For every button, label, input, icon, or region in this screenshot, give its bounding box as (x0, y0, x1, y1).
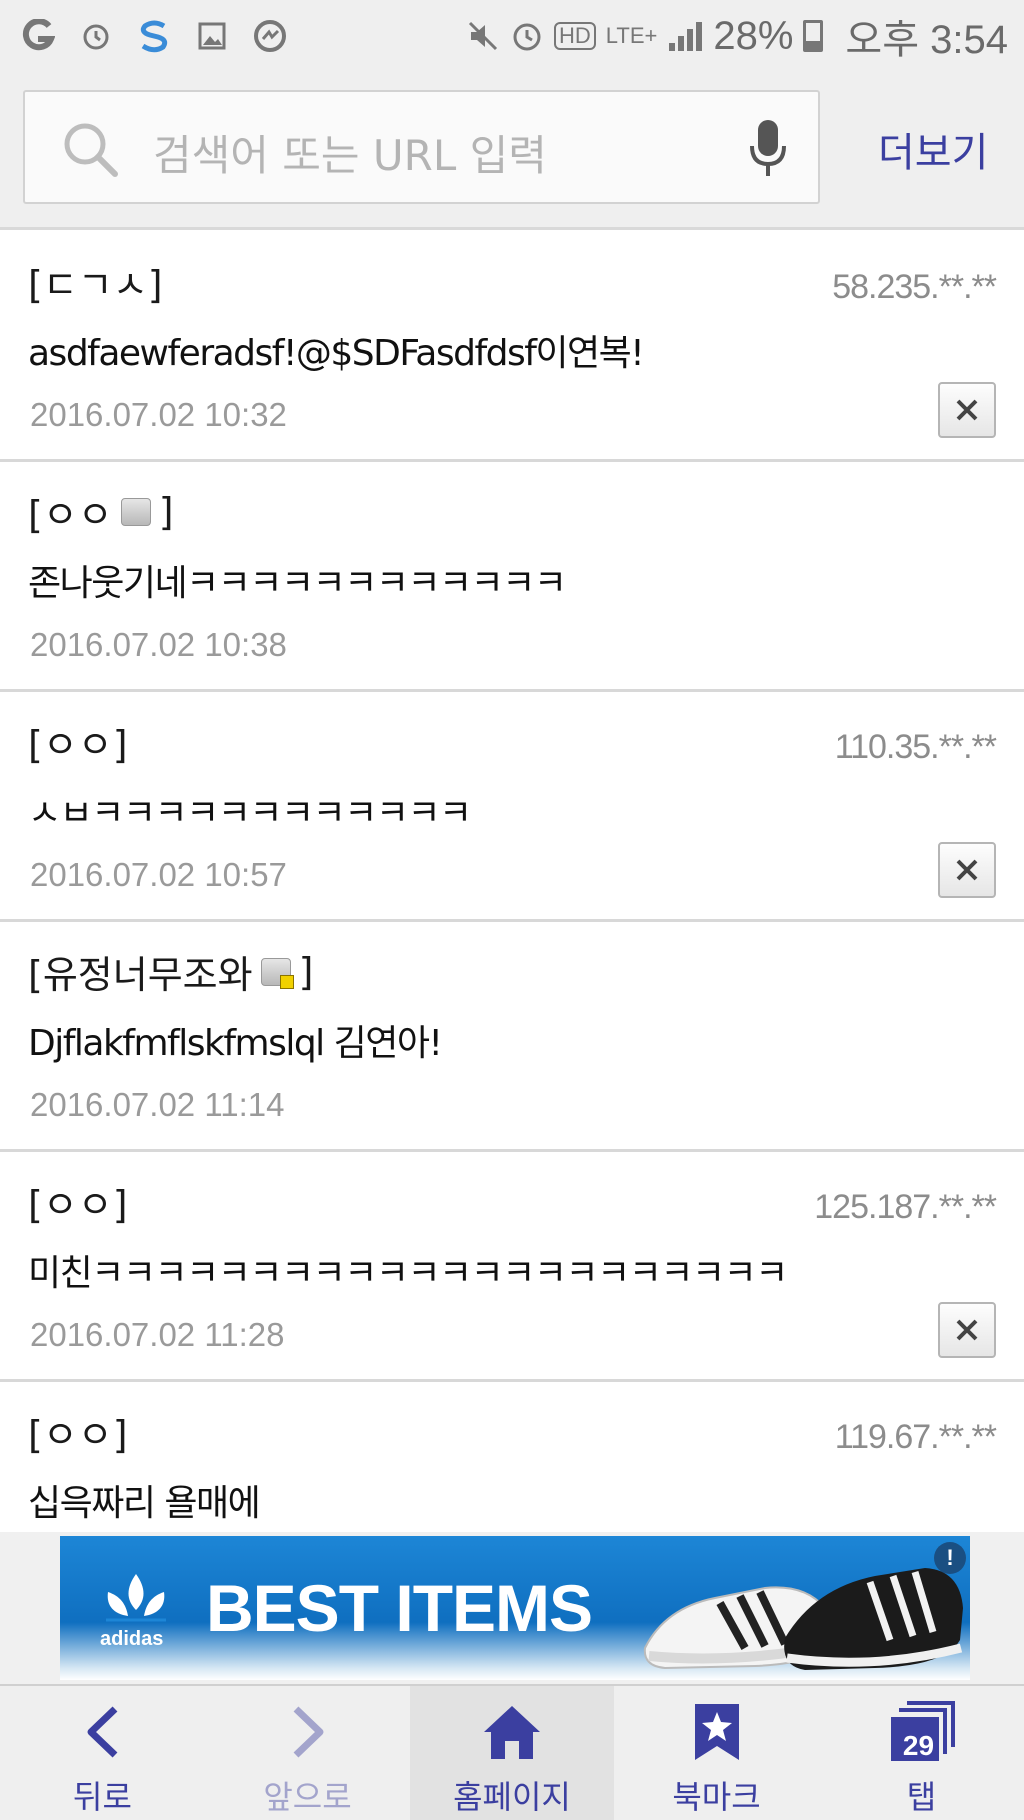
comment-author: [ㄷㄱㅅ] (28, 254, 163, 309)
nav-home[interactable]: 홈페이지 (410, 1686, 614, 1820)
system-status: HD LTE+ 28% 오후 3:54 (466, 8, 1008, 64)
forward-arrow-icon (293, 1706, 323, 1758)
comment-list: [ㄷㄱㅅ] 58.235.**.** asdfaewferadsf!@$SDFa… (0, 232, 1024, 1612)
author-name: [ㅇㅇ] (28, 1183, 128, 1227)
nav-bookmarks-label: 북마크 (672, 1778, 761, 1816)
comment-author: [ㅇㅇ] (28, 1404, 128, 1459)
gallery-icon (192, 16, 232, 56)
s-app-icon (134, 16, 174, 56)
url-search-input[interactable]: 검색어 또는 URL 입력 (23, 90, 820, 204)
comment-ip: 110.35.**.** (834, 728, 997, 766)
comment-author: [ㅇㅇ] (28, 714, 128, 769)
comment-author: [ㅇㅇ] (28, 1174, 128, 1229)
home-icon (484, 1706, 540, 1759)
ad-info-icon[interactable]: ! (934, 1542, 966, 1574)
comment-row: [유정너무조와 ] Djflakfmflskfmslql 김연아! 2016.0… (0, 922, 1024, 1152)
comment-author: [유정너무조와 ] (28, 944, 313, 999)
comment-text: 미친ㅋㅋㅋㅋㅋㅋㅋㅋㅋㅋㅋㅋㅋㅋㅋㅋㅋㅋㅋㅋㅋㅋ (28, 1253, 788, 1294)
comment-date: 2016.07.02 11:28 (30, 1316, 285, 1353)
close-icon (956, 399, 978, 421)
comment-date: 2016.07.02 10:38 (30, 626, 287, 663)
nav-bookmarks[interactable]: 북마크 (614, 1686, 819, 1820)
tab-count: 29 (902, 1730, 935, 1761)
lte-icon: LTE+ (605, 23, 658, 48)
comment-date: 2016.07.02 11:14 (30, 1086, 285, 1123)
author-name: [ㅇㅇ] (28, 723, 128, 767)
nav-tabs-label: 탭 (906, 1778, 937, 1816)
signal-icon (669, 22, 703, 51)
g-app-icon (18, 16, 58, 56)
comment-ip: 125.187.**.** (814, 1188, 997, 1226)
more-button[interactable]: 더보기 (878, 120, 988, 178)
hd-voice-icon: HD (554, 22, 596, 50)
author-name: [ㅇㅇ (28, 493, 113, 537)
microphone-icon[interactable] (748, 118, 788, 180)
comment-row: [ㄷㄱㅅ] 58.235.**.** asdfaewferadsf!@$SDFa… (0, 232, 1024, 462)
alarm-icon (513, 23, 541, 51)
comment-date: 2016.07.02 10:32 (30, 396, 287, 433)
status-bar: HD LTE+ 28% 오후 3:54 (0, 0, 1024, 72)
comment-text: ㅅㅂㅋㅋㅋㅋㅋㅋㅋㅋㅋㅋㅋㅋ (28, 793, 472, 834)
notification-icons (18, 14, 290, 58)
comment-row: [ㅇㅇ ] 존나웃기네ㅋㅋㅋㅋㅋㅋㅋㅋㅋㅋㅋㅋ 2016.07.02 10:38 (0, 462, 1024, 692)
comment-text: asdfaewferadsf!@$SDFasdfdsf이연복! (28, 333, 645, 374)
delete-comment-button[interactable] (938, 842, 996, 898)
battery-percent: 28% (713, 13, 794, 58)
author-bracket: ] (158, 489, 174, 534)
comment-text: 십윽짜리 욜매에 (28, 1483, 261, 1524)
comment-text: 존나웃기네ㅋㅋㅋㅋㅋㅋㅋㅋㅋㅋㅋㅋ (28, 563, 567, 604)
comment-author: [ㅇㅇ ] (28, 484, 174, 539)
alarm-icon (76, 16, 116, 56)
author-name: [유정너무조와 (28, 953, 253, 997)
sneakers-image (643, 1568, 963, 1670)
ad-title: BEST ITEMS (206, 1571, 593, 1645)
nav-forward-label: 앞으로 (263, 1778, 352, 1816)
messenger-icon (250, 16, 290, 56)
ad-banner[interactable]: adidas BEST ITEMS ! (60, 1536, 970, 1680)
comment-ip: 58.235.**.** (832, 268, 997, 306)
bookmark-star-icon (694, 1704, 739, 1760)
bottom-navigation: 뒤로 앞으로 홈페이지 북마크 29 탭 (0, 1684, 1024, 1820)
search-icon (64, 123, 118, 177)
comment-date: 2016.07.02 10:57 (30, 856, 287, 893)
comment-ip: 119.67.**.** (834, 1418, 997, 1456)
comment-row: [ㅇㅇ] 125.187.**.** 미친ㅋㅋㅋㅋㅋㅋㅋㅋㅋㅋㅋㅋㅋㅋㅋㅋㅋㅋㅋ… (0, 1152, 1024, 1382)
comment-text: Djflakfmflskfmslql 김연아! (28, 1023, 443, 1064)
close-icon (956, 1319, 978, 1341)
nav-home-label: 홈페이지 (453, 1778, 571, 1816)
back-arrow-icon (87, 1706, 117, 1758)
member-badge-icon (120, 497, 151, 526)
delete-comment-button[interactable] (938, 1302, 996, 1358)
nav-back-label: 뒤로 (73, 1778, 132, 1816)
author-name: [ㅇㅇ] (28, 1413, 128, 1457)
comment-row: [ㅇㅇ] 110.35.**.** ㅅㅂㅋㅋㅋㅋㅋㅋㅋㅋㅋㅋㅋㅋ 2016.07… (0, 692, 1024, 922)
clock: 오후 3:54 (845, 18, 1008, 62)
mute-icon (468, 21, 498, 51)
nav-forward[interactable]: 앞으로 (205, 1686, 410, 1820)
author-bracket: ] (298, 949, 314, 994)
delete-comment-button[interactable] (938, 382, 996, 438)
nav-tabs[interactable]: 29 탭 (819, 1686, 1024, 1820)
browser-toolbar: 검색어 또는 URL 입력 더보기 (0, 72, 1024, 230)
member-locked-badge-icon (260, 957, 294, 989)
author-name: [ㄷㄱㅅ] (28, 263, 163, 307)
ad-brand: adidas (100, 1628, 164, 1650)
close-icon (956, 859, 978, 881)
ad-banner-container: adidas BEST ITEMS ! (0, 1532, 1024, 1684)
battery-icon (803, 20, 824, 52)
search-placeholder: 검색어 또는 URL 입력 (153, 131, 547, 180)
nav-back[interactable]: 뒤로 (0, 1686, 205, 1820)
